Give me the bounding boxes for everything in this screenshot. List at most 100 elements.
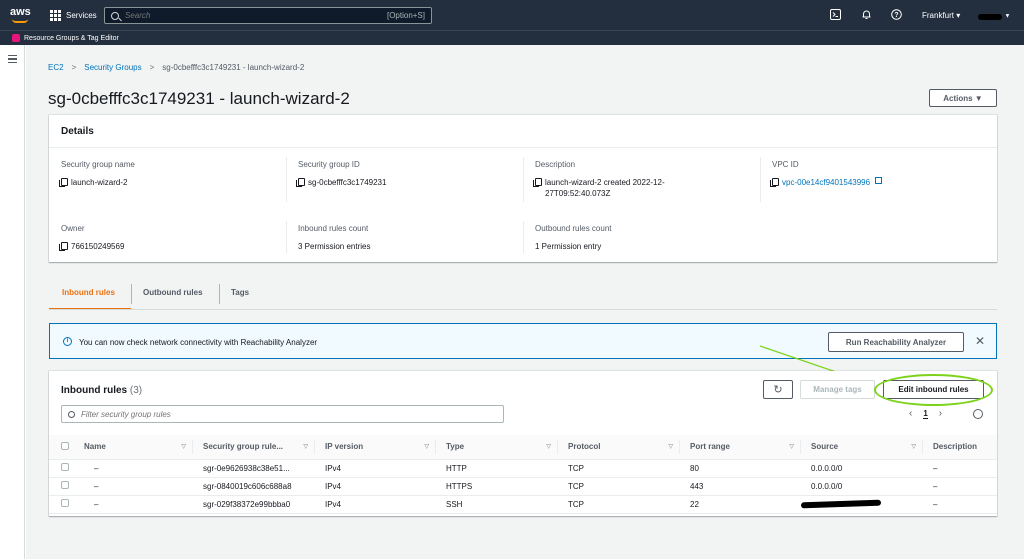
- inbound-rules-heading: Inbound rules (3): [61, 385, 142, 396]
- column-header-port-range[interactable]: Port range ▽: [680, 435, 801, 460]
- select-all-checkbox[interactable]: [61, 441, 69, 450]
- cell-port-range: 80: [680, 459, 801, 478]
- row-checkbox[interactable]: [61, 499, 69, 507]
- cell-description: –: [923, 495, 997, 514]
- column-label: Name: [84, 442, 106, 452]
- column-label: Source: [811, 442, 839, 452]
- gear-icon[interactable]: [973, 409, 983, 419]
- cell-source: 0.0.0.0/0: [801, 459, 923, 478]
- cell-rule-id: sgr-0840019c606c688a8: [193, 477, 315, 496]
- cell-description: –: [923, 477, 997, 496]
- tab-tags[interactable]: Tags: [231, 281, 249, 310]
- search-icon: [111, 11, 119, 20]
- tab-inbound-rules[interactable]: Inbound rules: [49, 281, 131, 310]
- services-menu-button[interactable]: Services: [50, 9, 97, 21]
- filter-input[interactable]: [81, 409, 503, 419]
- cell-name: –: [84, 495, 193, 514]
- refresh-icon: ↻: [773, 384, 783, 396]
- table-row[interactable]: – sgr-029f38372e99bbba0 IPv4 SSH TCP 22 …: [49, 495, 997, 514]
- hamburger-menu-icon[interactable]: [8, 55, 17, 65]
- field-value: launch-wizard-2: [71, 178, 128, 187]
- copy-icon[interactable]: [296, 178, 305, 187]
- account-menu[interactable]: ▼: [978, 11, 1012, 20]
- table-row[interactable]: – sgr-0840019c606c688a8 IPv4 HTTPS TCP 4…: [49, 477, 997, 496]
- column-header-type[interactable]: Type ▽: [436, 435, 558, 460]
- field-outbound-rules-count: Outbound rules count 1 Permission entry: [535, 224, 612, 252]
- row-checkbox[interactable]: [61, 463, 69, 471]
- page-number[interactable]: 1: [923, 409, 928, 419]
- search-bar[interactable]: [Option+S]: [104, 7, 432, 24]
- close-icon[interactable]: ✕: [974, 334, 986, 348]
- cell-ip-version: IPv4: [315, 495, 436, 514]
- field-label: Inbound rules count: [298, 224, 369, 233]
- cell-protocol: TCP: [558, 459, 680, 478]
- annotation-highlight-circle: [874, 374, 993, 406]
- favorites-bar: Resource Groups & Tag Editor: [0, 30, 1024, 45]
- filter-bar[interactable]: [61, 405, 504, 423]
- field-label: VPC ID: [772, 160, 799, 169]
- manage-tags-button[interactable]: Manage tags: [800, 380, 875, 399]
- sort-caret-icon: ▽: [668, 444, 673, 451]
- column-label: Security group rule...: [203, 442, 284, 452]
- copy-icon[interactable]: [533, 178, 542, 187]
- chevron-right-icon: >: [71, 63, 77, 72]
- row-checkbox[interactable]: [61, 481, 69, 489]
- cell-ip-version: IPv4: [315, 459, 436, 478]
- tabs-underline: [49, 309, 997, 310]
- column-header-source[interactable]: Source ▽: [801, 435, 923, 460]
- column-header-protocol[interactable]: Protocol ▽: [558, 435, 680, 460]
- column-header-name[interactable]: Name ▽: [84, 435, 193, 460]
- region-selector[interactable]: Frankfurt ▾: [922, 11, 960, 20]
- inbound-rules-title: Inbound rules: [61, 385, 128, 396]
- resource-groups-link[interactable]: Resource Groups & Tag Editor: [24, 35, 119, 42]
- column-header-ip-version[interactable]: IP version ▽: [315, 435, 436, 460]
- column-header-description[interactable]: Description: [923, 435, 997, 460]
- cell-description: –: [923, 459, 997, 478]
- copy-icon[interactable]: [59, 178, 68, 187]
- copy-icon[interactable]: [770, 178, 779, 187]
- breadcrumb-ec2[interactable]: EC2: [48, 63, 64, 72]
- chevron-right-icon[interactable]: ›: [939, 408, 942, 419]
- column-header-rule-id[interactable]: Security group rule... ▽: [193, 435, 315, 460]
- column-divider: [286, 221, 287, 253]
- tab-outbound-rules[interactable]: Outbound rules: [143, 281, 203, 310]
- field-security-group-id: Security group ID sg-0cbefffc3c1749231: [296, 160, 386, 188]
- cell-rule-id: sgr-029f38372e99bbba0: [193, 495, 315, 514]
- field-label: Security group ID: [298, 160, 360, 169]
- chevron-left-icon[interactable]: ‹: [909, 408, 912, 419]
- column-label: IP version: [325, 442, 364, 452]
- search-input[interactable]: [125, 11, 387, 20]
- cell-port-range: 22: [680, 495, 801, 514]
- aws-logo[interactable]: aws: [10, 5, 44, 25]
- cell-type: HTTP: [436, 459, 558, 478]
- field-label: Outbound rules count: [535, 224, 612, 233]
- vpc-id-link[interactable]: vpc-00e14cf9401543996: [782, 177, 870, 188]
- table-row[interactable]: – sgr-0e9626938c38e51... IPv4 HTTP TCP 8…: [49, 459, 997, 478]
- column-label: Port range: [690, 442, 731, 452]
- column-divider: [523, 157, 524, 202]
- cell-source: 0.0.0.0/0: [801, 477, 923, 496]
- field-description: Description launch-wizard-2 created 2022…: [533, 160, 695, 199]
- sort-caret-icon: ▽: [546, 444, 551, 451]
- cell-protocol: TCP: [558, 477, 680, 496]
- cell-port-range: 443: [680, 477, 801, 496]
- actions-button[interactable]: Actions ▼: [929, 89, 997, 107]
- source-redacted: [800, 499, 882, 508]
- cell-type: SSH: [436, 495, 558, 514]
- breadcrumb-security-groups[interactable]: Security Groups: [84, 63, 141, 72]
- resource-groups-icon: [12, 34, 20, 42]
- tabs: Inbound rules Outbound rules Tags: [49, 281, 997, 311]
- page-title: sg-0cbefffc3c1749231 - launch-wizard-2: [48, 89, 350, 108]
- external-link-icon: [875, 177, 883, 184]
- sort-caret-icon: ▽: [911, 444, 916, 451]
- info-icon: i: [63, 337, 72, 346]
- chevron-down-icon: ▼: [1004, 13, 1011, 20]
- refresh-button[interactable]: ↻: [763, 380, 793, 399]
- field-inbound-rules-count: Inbound rules count 3 Permission entries: [298, 224, 370, 252]
- cloudshell-icon[interactable]: [829, 9, 841, 21]
- bell-icon[interactable]: [860, 9, 872, 21]
- copy-icon[interactable]: [59, 242, 68, 251]
- help-icon[interactable]: ?: [890, 9, 902, 21]
- field-label: Owner: [61, 224, 85, 233]
- aws-logo-text: aws: [10, 6, 31, 18]
